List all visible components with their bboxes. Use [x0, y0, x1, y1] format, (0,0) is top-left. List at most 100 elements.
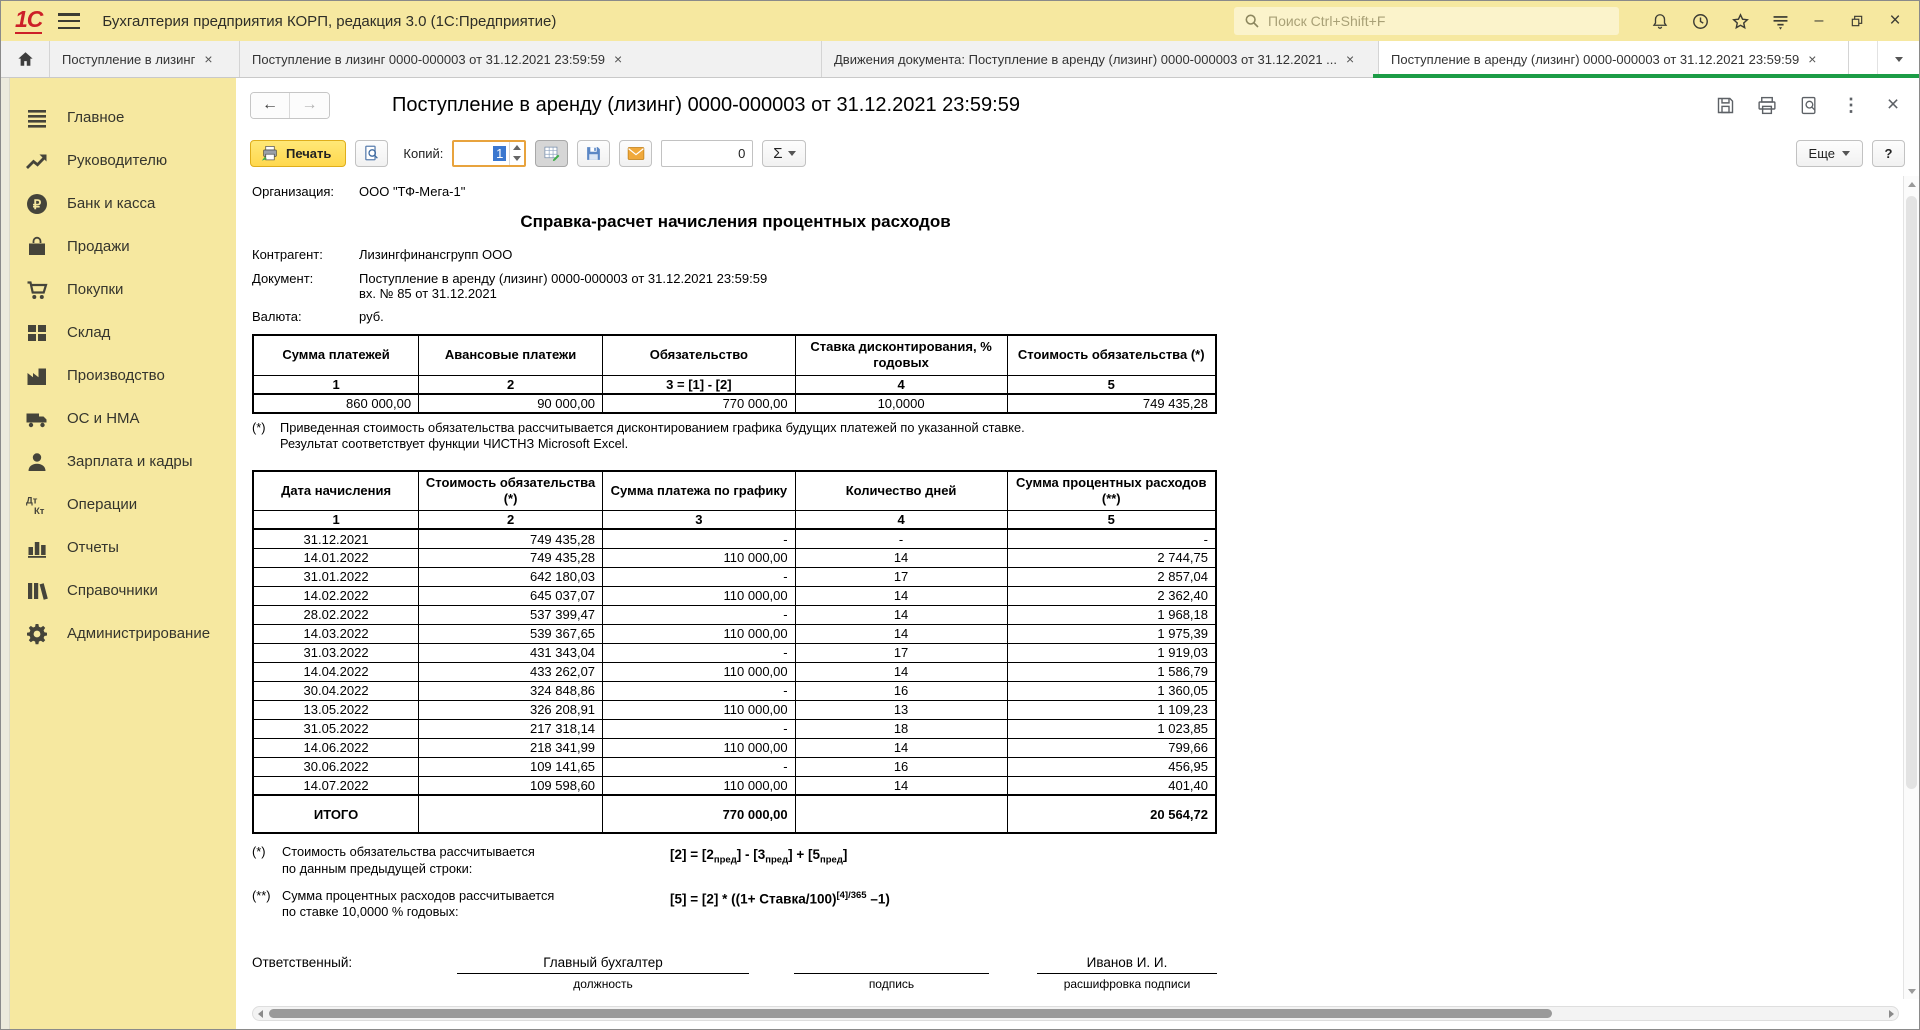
print-icon[interactable] [1755, 93, 1779, 117]
kebab-menu-icon[interactable]: ⋮ [1839, 93, 1863, 117]
table-cell: 218 341,99 [418, 737, 604, 758]
print-preview-button[interactable] [355, 139, 389, 167]
bag-icon [25, 235, 49, 259]
sidebar-item-ос-и-нма[interactable]: ОС и НМА [1, 397, 236, 440]
nav-back-button[interactable]: ← [251, 92, 290, 118]
close-form-icon[interactable]: × [1881, 93, 1905, 117]
tab-overflow-button[interactable] [1877, 41, 1919, 77]
home-tab[interactable] [1, 41, 50, 77]
global-search-input[interactable]: Поиск Ctrl+Shift+F [1234, 7, 1619, 35]
preview-icon[interactable] [1797, 93, 1821, 117]
tab-close-icon[interactable]: × [1808, 52, 1816, 66]
copies-input[interactable]: 1 [452, 139, 527, 167]
sidebar-item-склад[interactable]: Склад [1, 311, 236, 354]
table-cell: 31.03.2022 [252, 642, 420, 663]
more-button[interactable]: Еще [1795, 139, 1863, 167]
table-edit-icon [544, 146, 560, 161]
floppy-icon [587, 146, 601, 160]
send-email-button[interactable] [619, 139, 653, 167]
edit-table-button[interactable] [535, 139, 569, 167]
scroll-left-icon[interactable] [253, 1009, 267, 1018]
sidebar-item-администрирование[interactable]: Администрирование [1, 612, 236, 655]
tab-1[interactable]: Поступление в лизинг × [50, 41, 240, 77]
tab-2[interactable]: Поступление в лизинг 0000-000003 от 31.1… [240, 41, 822, 77]
table-row: 14.03.2022 539 367,65 110 000,00 14 1 975,39 [252, 623, 1217, 644]
notifications-bell-icon[interactable] [1645, 7, 1675, 35]
sidebar-item-банк-и-касса[interactable]: ₽ Банк и касса [1, 182, 236, 225]
scroll-right-icon[interactable] [1884, 1009, 1898, 1018]
favorites-star-icon[interactable] [1725, 7, 1755, 35]
tab-close-icon[interactable]: × [204, 52, 212, 66]
page-number-field[interactable]: 0 [661, 139, 754, 167]
table-cell: 2 857,04 [1006, 566, 1217, 587]
history-icon[interactable] [1685, 7, 1715, 35]
restore-icon[interactable] [1843, 7, 1871, 35]
vertical-scrollbar[interactable] [1903, 176, 1919, 999]
table-cell: 749 435,28 [418, 528, 604, 549]
scroll-up-icon[interactable] [1904, 176, 1920, 192]
report-body: Организация: ООО "ТФ-Мега-1" Справка-рас… [236, 174, 1901, 999]
person-icon [25, 450, 49, 474]
sidebar-item-покупки[interactable]: Покупки [1, 268, 236, 311]
table-cell: 1 109,23 [1006, 699, 1217, 720]
save-icon[interactable] [1713, 93, 1737, 117]
service-menu-icon[interactable] [1765, 7, 1795, 35]
search-placeholder: Поиск Ctrl+Shift+F [1268, 13, 1386, 29]
table-cell: 217 318,14 [418, 718, 604, 739]
table-cell: 645 037,07 [418, 585, 604, 606]
sidebar-item-label: Продажи [67, 238, 130, 255]
column-number: 5 [1006, 510, 1217, 531]
sidebar-item-справочники[interactable]: Справочники [1, 569, 236, 612]
table-row: 14.06.2022 218 341,99 110 000,00 14 799,66 [252, 737, 1217, 758]
page-number-value: 0 [738, 145, 746, 161]
sidebar-item-отчеты[interactable]: Отчеты [1, 526, 236, 569]
table-row: 13.05.2022 326 208,91 110 000,00 13 1 109,23 [252, 699, 1217, 720]
table2-footnote: (**) Сумма процентных расходов рассчитыва… [252, 888, 1219, 921]
footnote-marker: (*) [252, 844, 266, 860]
nav-forward-button[interactable]: → [290, 92, 329, 118]
minimize-icon[interactable]: – [1805, 7, 1833, 35]
sidebar-item-главное[interactable]: Главное [1, 96, 236, 139]
chevron-down-icon [1894, 56, 1903, 62]
1c-logo: 1С [15, 6, 43, 34]
sidebar-item-label: ОС и НМА [67, 410, 140, 427]
table-cell: 31.12.2021 [252, 528, 420, 549]
table-cell: 1 975,39 [1006, 623, 1217, 644]
main-menu-icon[interactable] [58, 13, 81, 29]
table-cell: 1 968,18 [1006, 604, 1217, 625]
table-row: 30.04.2022 324 848,86-16 1 360,05 [252, 680, 1217, 701]
table-cell: 326 208,91 [418, 699, 604, 720]
table-header-row: Сумма платежей Авансовые платежи Обязатель… [252, 334, 1217, 376]
factory-icon [25, 364, 49, 388]
tab-4[interactable]: Поступление в аренду (лизинг) 0000-00000… [1379, 41, 1849, 77]
vertical-scroll-thumb[interactable] [1906, 196, 1917, 789]
horizontal-scrollbar[interactable] [252, 1006, 1899, 1021]
responsible-label: Ответственный: [252, 954, 353, 970]
print-toolbar: Печать Копий: 1 0 Σ Еще ? [236, 132, 1919, 174]
sidebar-item-зарплата-и-кадры[interactable]: Зарплата и кадры [1, 440, 236, 483]
column-header: Стоимость обязательства (*) [418, 470, 604, 512]
spin-down-icon[interactable] [510, 153, 524, 165]
tab-3[interactable]: Движения документа: Поступление в аренду… [822, 41, 1379, 77]
help-button[interactable]: ? [1872, 139, 1905, 167]
table-cell: 110 000,00 [602, 585, 796, 606]
save-document-button[interactable] [577, 139, 611, 167]
tabbar: Поступление в лизинг × Поступление в лизин… [1, 41, 1919, 78]
sidebar-item-операции[interactable]: Дт Кт Операции [1, 483, 236, 526]
scroll-down-icon[interactable] [1904, 983, 1920, 999]
sidebar-item-продажи[interactable]: Продажи [1, 225, 236, 268]
sidebar-item-производство[interactable]: Производство [1, 354, 236, 397]
table-cell: 401,40 [1006, 775, 1217, 796]
cart-icon [25, 278, 49, 302]
print-button[interactable]: Печать [250, 139, 347, 167]
table-cell: 109 141,65 [418, 756, 604, 777]
horizontal-scroll-thumb[interactable] [269, 1009, 1553, 1018]
close-icon[interactable]: × [1881, 7, 1909, 35]
tab-close-icon[interactable]: × [1346, 52, 1354, 66]
tab-close-icon[interactable]: × [614, 52, 622, 66]
table-cell: - [602, 642, 796, 663]
sidebar-item-руководителю[interactable]: Руководителю [1, 139, 236, 182]
table-total-cell: ИТОГО [252, 794, 420, 834]
spin-up-icon[interactable] [510, 142, 524, 154]
sum-button[interactable]: Σ [762, 139, 807, 167]
